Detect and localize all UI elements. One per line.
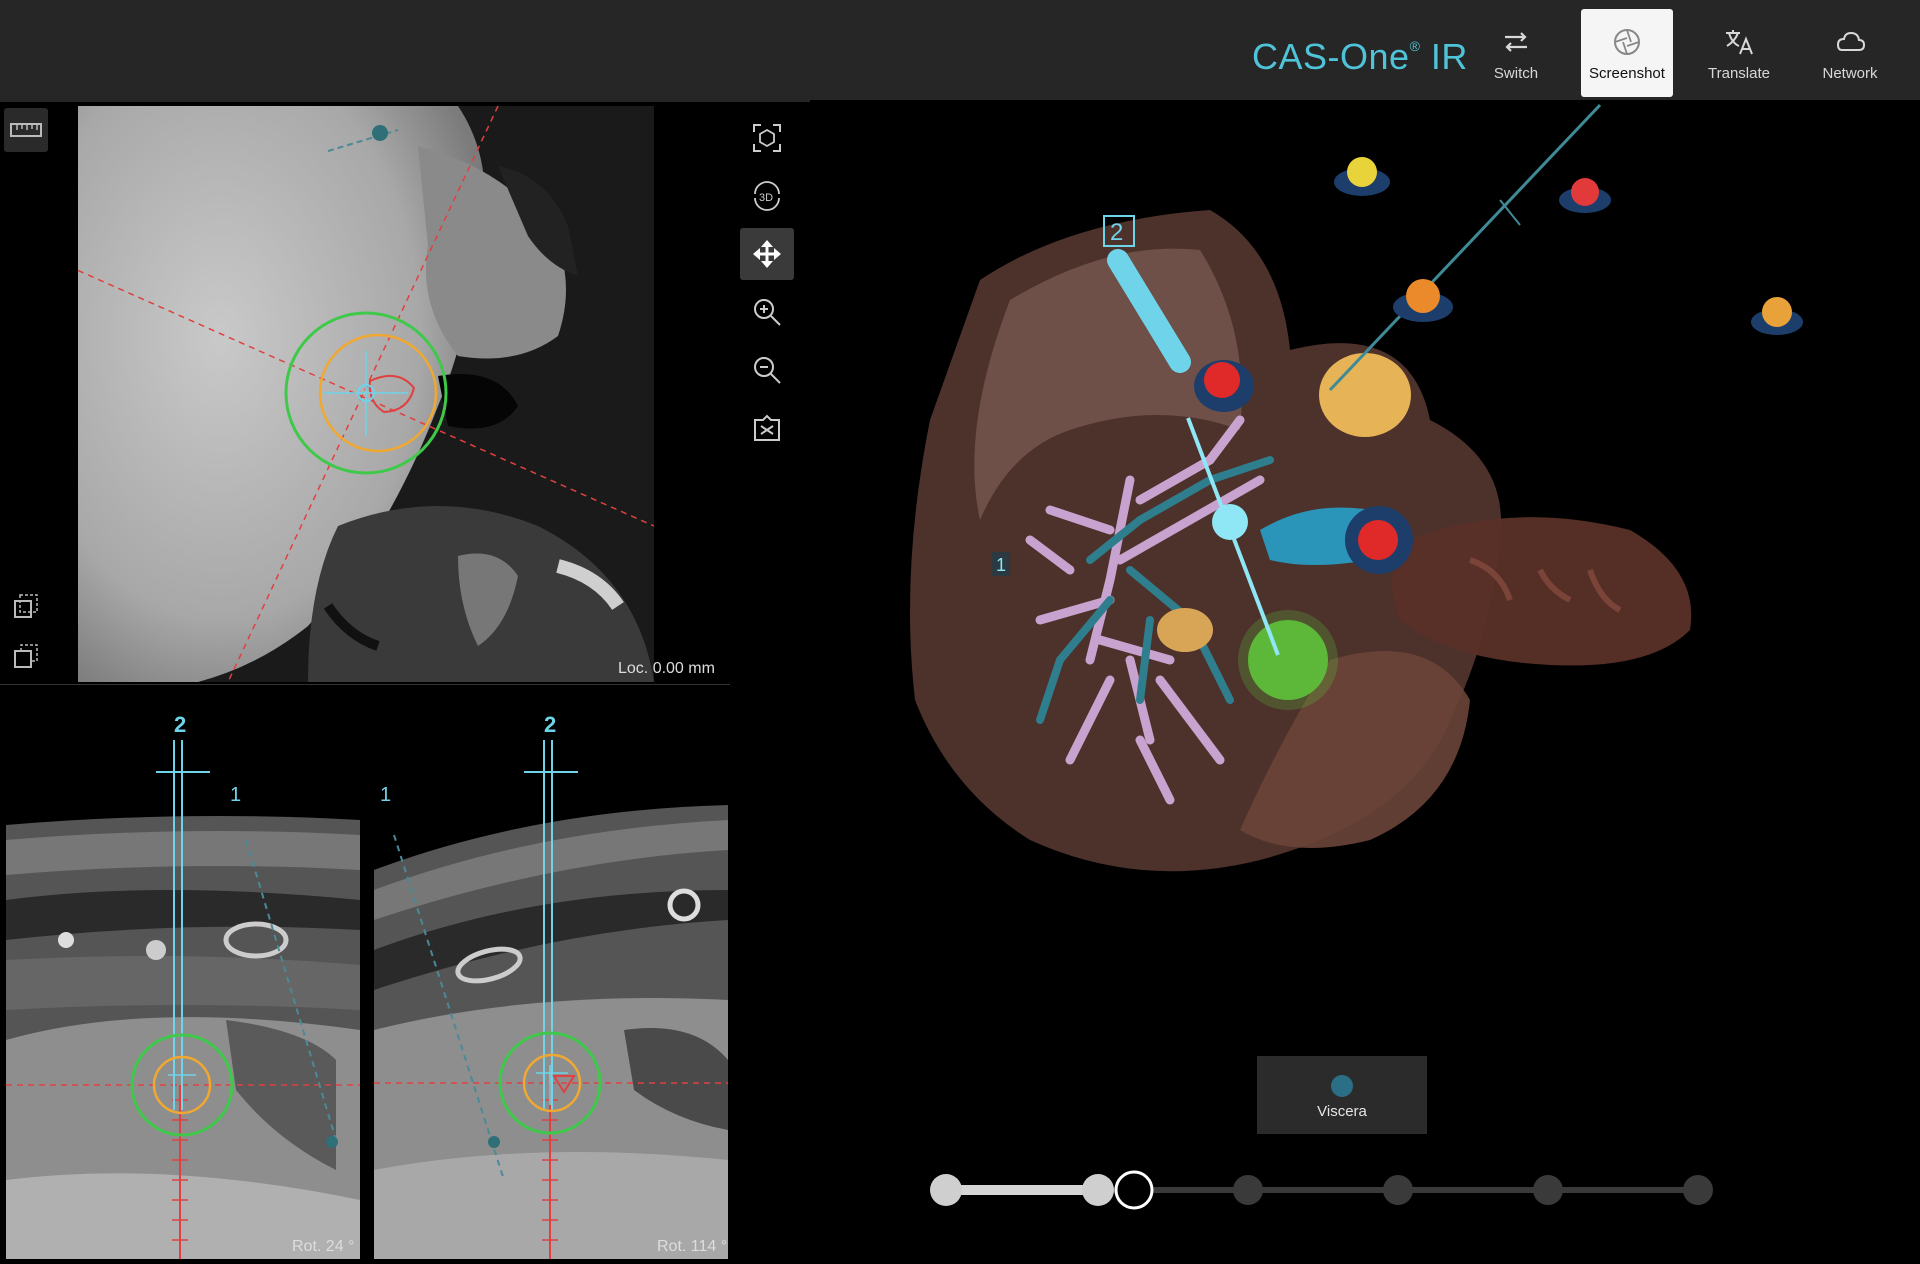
- layout-copy-button[interactable]: [4, 634, 48, 678]
- ct-view-bottom-left[interactable]: 2 1: [6, 700, 360, 1259]
- rotate-3d-button[interactable]: 3D: [740, 170, 794, 222]
- switch-button[interactable]: Switch: [1470, 9, 1562, 97]
- zoom-in-icon: [754, 299, 781, 326]
- translate-icon: [1726, 30, 1753, 55]
- reset-view-icon: [754, 414, 780, 441]
- rotation-readout-right: Rot. 114 °: [657, 1238, 728, 1255]
- layout-select-button[interactable]: [4, 584, 48, 628]
- screenshot-label: Screenshot: [1589, 65, 1665, 82]
- layout-copy-icon: [14, 644, 38, 668]
- step-2[interactable]: [1082, 1174, 1114, 1206]
- needle-2-label: 2: [174, 712, 187, 737]
- ct-view-top[interactable]: [67, 105, 655, 683]
- step-track: [930, 1170, 1713, 1210]
- switch-arrows-icon: [1505, 32, 1527, 52]
- main-3d-view[interactable]: 2 1 R A: [764, 100, 1920, 1140]
- ruler-icon: [10, 123, 42, 137]
- move-icon: [753, 240, 781, 268]
- needle-1-label: 1: [380, 784, 392, 806]
- needle-tag-1: 1: [996, 555, 1006, 575]
- translate-button[interactable]: Translate: [1693, 9, 1785, 97]
- location-readout: Loc. 0.00 mm: [618, 660, 715, 677]
- layout-select-icon: [14, 594, 38, 618]
- svg-text:3D: 3D: [759, 192, 773, 204]
- fit-view-icon: [753, 124, 781, 152]
- zoom-out-icon: [754, 357, 781, 384]
- network-label: Network: [1822, 65, 1878, 82]
- view-tool-column: 3D: [740, 112, 798, 460]
- rotation-readout-left: Rot. 24 °: [292, 1238, 355, 1255]
- needle-tag-2: 2: [1110, 219, 1123, 246]
- app-brand: CAS-One® IR: [1252, 36, 1468, 77]
- workflow-step-slider[interactable]: [930, 1170, 1720, 1210]
- view-divider: [0, 684, 730, 685]
- rotate-3d-icon: 3D: [754, 181, 780, 211]
- switch-label: Switch: [1493, 65, 1539, 82]
- zoom-in-button[interactable]: [740, 286, 794, 338]
- step-3-current[interactable]: [1114, 1170, 1154, 1210]
- viscera-label: Viscera: [1317, 1103, 1367, 1120]
- viscera-toggle[interactable]: Viscera: [1257, 1056, 1427, 1134]
- fit-view-button[interactable]: [740, 112, 794, 164]
- ct-slice-image-right: [374, 700, 728, 1259]
- top-toolbar: CAS-One® IR Switch Screenshot Translate …: [0, 0, 1920, 102]
- step-6[interactable]: [1533, 1175, 1563, 1205]
- ct-view-bottom-right[interactable]: 2 1: [374, 700, 728, 1259]
- reset-view-button[interactable]: [740, 402, 794, 454]
- step-4[interactable]: [1233, 1175, 1263, 1205]
- needle-1-label: 1: [230, 784, 242, 806]
- viscera-color-dot: [1331, 1075, 1353, 1097]
- ct-slice-image-left: [6, 700, 360, 1259]
- step-1[interactable]: [930, 1174, 962, 1206]
- ruler-button[interactable]: [4, 108, 48, 152]
- step-5[interactable]: [1383, 1175, 1413, 1205]
- screenshot-button[interactable]: Screenshot: [1581, 9, 1673, 97]
- cloud-icon: [1836, 31, 1866, 51]
- move-button[interactable]: [740, 228, 794, 280]
- camera-aperture-icon: [1614, 29, 1640, 55]
- ct-slice-image: [67, 105, 655, 683]
- translate-label: Translate: [1708, 65, 1770, 82]
- 3d-liver-model: 2 1 R A: [764, 100, 1920, 1140]
- network-button[interactable]: Network: [1804, 9, 1896, 97]
- zoom-out-button[interactable]: [740, 344, 794, 396]
- needle-2-label: 2: [544, 712, 557, 737]
- step-7[interactable]: [1683, 1175, 1713, 1205]
